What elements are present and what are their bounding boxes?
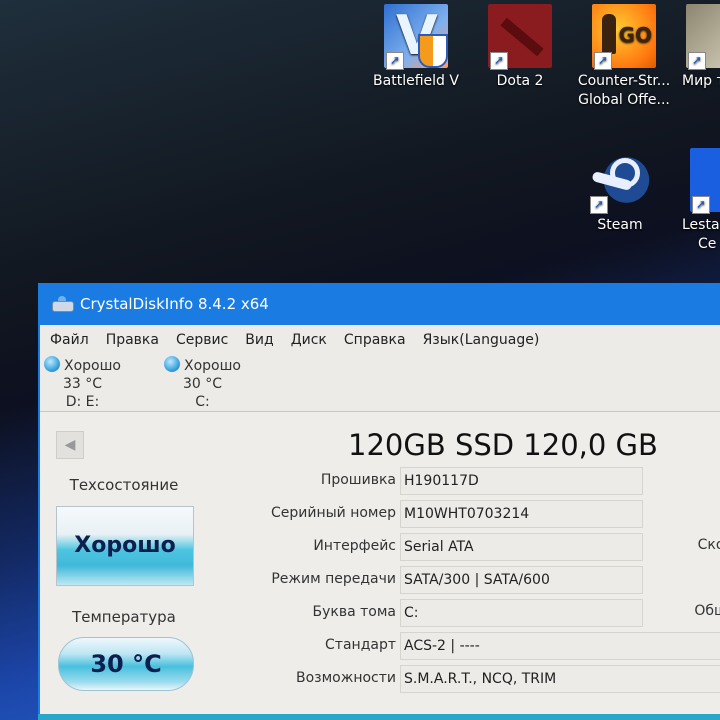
- window-title: CrystalDiskInfo 8.4.2 x64: [80, 295, 269, 313]
- field-label: Серийный номер: [270, 505, 396, 521]
- rotation-speed-label: Скорость: [697, 537, 720, 553]
- shortcut-arrow-icon: ➚: [594, 52, 612, 70]
- menu-service[interactable]: Сервис: [176, 332, 228, 348]
- menu-edit[interactable]: Правка: [106, 332, 159, 348]
- disk-tab-c[interactable]: Хорошо 30 °C C:: [158, 356, 273, 416]
- disk-tab-temp: 30 °C: [182, 376, 223, 392]
- field-value: SATA/300 | SATA/600: [400, 566, 643, 594]
- menu-file[interactable]: Файл: [50, 332, 89, 348]
- health-status-dot-icon: [164, 356, 180, 372]
- desktop-icon-counter-strike[interactable]: GO ➚ Counter-Str... Global Offe...: [574, 4, 674, 110]
- field-label: Возможности: [295, 670, 396, 686]
- previous-disk-button[interactable]: ◀: [56, 431, 84, 459]
- lesta-game-center-icon: ➚: [690, 148, 720, 214]
- menu-disk[interactable]: Диск: [291, 332, 327, 348]
- field-label: Режим передачи: [271, 571, 396, 587]
- field-value: C:: [400, 599, 643, 627]
- disk-model-title: 120GB SSD 120,0 GB: [348, 428, 658, 462]
- shortcut-arrow-icon: ➚: [386, 52, 404, 70]
- menu-bar: Файл Правка Сервис Вид Диск Справка Язык…: [40, 325, 720, 355]
- field-value: S.M.A.R.T., NCQ, TRIM: [400, 665, 720, 693]
- field-label: Буква тома: [312, 604, 397, 620]
- steam-icon: ➚: [588, 148, 652, 214]
- health-status-dot-icon: [44, 356, 60, 372]
- disk-tabs: Хорошо 33 °C D: E: Хорошо 30 °C C:: [40, 355, 720, 416]
- desktop-icon-lesta[interactable]: ➚ Lesta Ce: [672, 148, 720, 254]
- shortcut-arrow-icon: ➚: [490, 52, 508, 70]
- desktop-icon-mir-tankov[interactable]: ➚ Мир т: [676, 4, 720, 91]
- menu-view[interactable]: Вид: [245, 332, 273, 348]
- disk-tab-status: Хорошо: [184, 358, 241, 374]
- csgo-icon: GO ➚: [592, 4, 656, 70]
- power-on-count-label: Число: [646, 565, 720, 598]
- menu-help[interactable]: Справка: [344, 332, 406, 348]
- field-value: M10WHT0703214: [400, 500, 643, 528]
- desktop-icon-label: Battlefield V: [373, 73, 459, 89]
- desktop-icon-label: Lesta: [682, 217, 720, 233]
- disk-tab-letters: D: E:: [65, 394, 100, 410]
- menu-language[interactable]: Язык(Language): [423, 332, 540, 348]
- disk-tab-d-e[interactable]: Хорошо 33 °C D: E:: [44, 356, 121, 411]
- field-value: ACS-2 | ----: [400, 632, 720, 660]
- disk-tab-temp: 33 °C: [62, 376, 103, 392]
- shortcut-arrow-icon: ➚: [590, 196, 608, 214]
- field-label: Стандарт: [325, 637, 396, 653]
- arrow-left-icon: ◀: [64, 437, 76, 453]
- desktop-icon-label-line2: Ce: [698, 236, 717, 252]
- crystaldiskinfo-app-icon: [52, 296, 74, 312]
- mir-tankov-icon: ➚: [686, 4, 720, 70]
- shortcut-arrow-icon: ➚: [692, 196, 710, 214]
- desktop-icon-battlefield-v[interactable]: V ➚ Battlefield V: [366, 4, 466, 91]
- desktop-icon-dota-2[interactable]: ➚ Dota 2: [470, 4, 570, 91]
- battlefield-v-icon: V ➚: [384, 4, 448, 70]
- dota-2-icon: ➚: [488, 4, 552, 70]
- field-value: Serial ATA: [400, 533, 643, 561]
- desktop-icon-label: Dota 2: [496, 73, 544, 89]
- window-behind-edge: [38, 714, 720, 720]
- desktop-icon-label: Мир т: [682, 73, 720, 89]
- field-value: H190117D: [400, 467, 643, 495]
- disk-details-panel: ◀ 120GB SSD 120,0 GB Техсостояние Хорошо…: [40, 412, 720, 714]
- field-label: Интерфейс: [313, 538, 396, 554]
- desktop-icon-label-line2: Global Offe...: [578, 92, 670, 108]
- shortcut-arrow-icon: ➚: [688, 52, 706, 70]
- window-client: Файл Правка Сервис Вид Диск Справка Язык…: [40, 325, 720, 714]
- disk-tab-letters: C:: [195, 394, 210, 410]
- field-label: Прошивка: [320, 472, 396, 488]
- disk-tab-status: Хорошо: [64, 358, 121, 374]
- title-bar[interactable]: CrystalDiskInfo 8.4.2 x64: [38, 283, 720, 325]
- desktop-icon-label: Counter-Str...: [577, 73, 671, 89]
- right-column-labels: Скорость Число Общее вр: [646, 532, 720, 631]
- desktop-icon-label: Steam: [597, 217, 643, 233]
- desktop-icon-steam[interactable]: ➚ Steam: [570, 148, 670, 235]
- power-on-hours-label: Общее вр: [694, 603, 720, 619]
- crystaldiskinfo-window: CrystalDiskInfo 8.4.2 x64 Файл Правка Се…: [38, 283, 720, 720]
